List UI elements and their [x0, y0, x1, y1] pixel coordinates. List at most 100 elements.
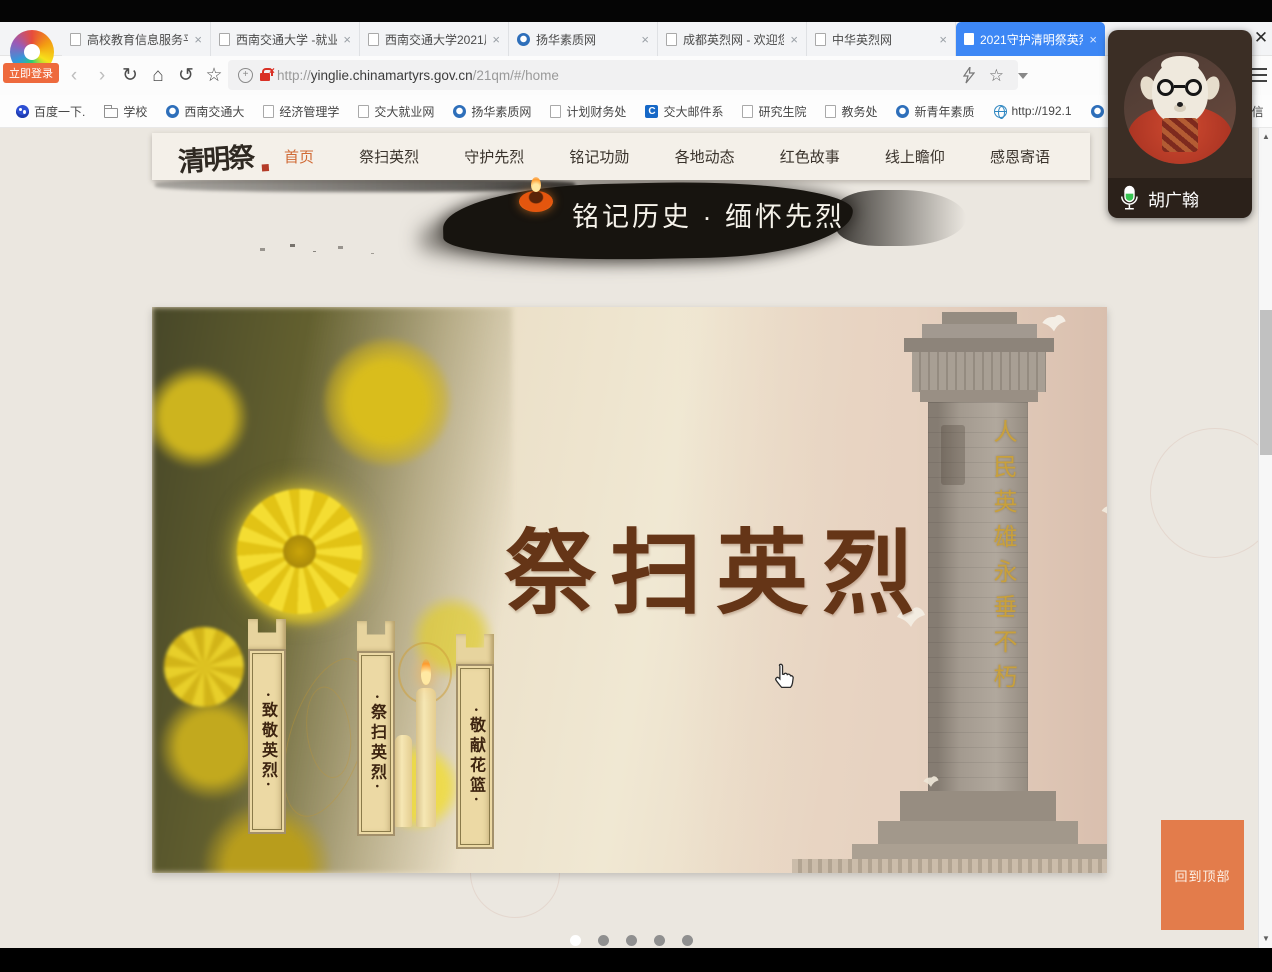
participant-name-bar: 胡广翰	[1108, 178, 1252, 218]
tab-close-icon[interactable]: ×	[343, 32, 351, 47]
scrollbar-thumb[interactable]	[1260, 310, 1272, 455]
tab-close-icon[interactable]: ×	[641, 32, 649, 47]
tab-close-icon[interactable]: ×	[790, 32, 798, 47]
carousel-dot[interactable]	[654, 935, 665, 946]
bookmark-label: 教务处	[841, 103, 877, 120]
swjtu-icon	[1091, 105, 1104, 118]
chevron-down-icon[interactable]	[1018, 73, 1028, 79]
paper-watermark	[1150, 428, 1258, 558]
browser-tab[interactable]: 2021守护清明祭英烈 ×	[956, 22, 1105, 56]
site-logo[interactable]: 清明祭	[177, 134, 275, 180]
bookmark-label: 交大就业网	[374, 103, 434, 120]
browser-toolbar: ‹ › ↻ ⌂ ↺ ☆ + http://yinglie.chinamartyr…	[0, 56, 1272, 95]
carousel-dot[interactable]	[682, 935, 693, 946]
home-button[interactable]: ⌂	[144, 65, 172, 87]
carousel-dot[interactable]	[570, 935, 581, 946]
bookmark-item[interactable]: 交大邮件系	[645, 103, 723, 120]
close-icon[interactable]: ✕	[1251, 28, 1271, 48]
scroll-up-arrow[interactable]: ▲	[1259, 130, 1272, 144]
tab-close-icon[interactable]: ×	[939, 32, 947, 47]
page-icon	[368, 33, 379, 46]
carousel-dot[interactable]	[598, 935, 609, 946]
tab-label: 扬华素质网	[536, 31, 635, 48]
candle-flame	[421, 659, 431, 685]
bookmark-item[interactable]: 研究生院	[742, 103, 806, 120]
favorite-star-icon[interactable]: ☆	[989, 66, 1004, 86]
tab-label: 中华英烈网	[832, 31, 933, 48]
page-icon	[666, 33, 677, 46]
participant-name: 胡广翰	[1148, 186, 1199, 211]
bookmark-item[interactable]: 百度一下.	[16, 103, 85, 120]
bookmark-label: 百度一下.	[34, 103, 85, 120]
reload-button[interactable]: ↻	[116, 64, 144, 87]
bookmark-item[interactable]: 新青年素质	[896, 103, 974, 120]
bookmark-item[interactable]: 教务处	[825, 103, 877, 120]
bookmark-label: 计划财务处	[566, 103, 626, 120]
site-nav-item[interactable]: 感恩寄语	[990, 146, 1050, 167]
page-icon	[263, 105, 274, 118]
shield-plus-icon[interactable]: +	[238, 68, 253, 83]
browser-tab[interactable]: 扬华素质网 ×	[509, 22, 658, 56]
tag-hanger	[248, 619, 286, 649]
forward-button[interactable]: ›	[88, 65, 116, 87]
site-nav-item[interactable]: 铭记功勋	[569, 146, 629, 167]
tab-label: 2021守护清明祭英烈	[980, 31, 1083, 48]
undo-button[interactable]: ↺	[172, 64, 200, 87]
tab-close-icon[interactable]: ×	[492, 32, 500, 47]
hero-tag[interactable]: ·致敬英烈·	[248, 619, 286, 834]
back-button[interactable]: ‹	[60, 65, 88, 87]
url-text: http://yinglie.chinamartyrs.gov.cn/21qm/…	[277, 68, 559, 83]
tag-label: ·敬献花篮·	[463, 707, 487, 806]
site-nav-item[interactable]: 线上瞻仰	[885, 146, 945, 167]
screen: 立即登录 高校教育信息服务平台×西南交通大学 -就业网×西南交通大学2021届春…	[0, 0, 1272, 972]
flash-icon[interactable]	[963, 67, 975, 84]
site-nav-item[interactable]: 首页	[284, 146, 314, 167]
address-bar[interactable]: + http://yinglie.chinamartyrs.gov.cn/21q…	[228, 60, 1018, 90]
browser-tab[interactable]: 西南交通大学2021届春×	[360, 22, 509, 56]
bookmark-item[interactable]: 交大就业网	[358, 103, 434, 120]
menu-icon[interactable]	[1251, 68, 1267, 82]
scroll-down-arrow[interactable]: ▼	[1259, 932, 1272, 946]
browser-tab[interactable]: 高校教育信息服务平台 ×	[62, 22, 211, 56]
hero-tags: ·致敬英烈· ·祭扫英烈· ·敬献花篮·	[152, 307, 1107, 873]
bookmark-label: 新青年素质	[914, 103, 974, 120]
carousel-dot[interactable]	[626, 935, 637, 946]
page-icon	[219, 33, 230, 46]
tab-close-icon[interactable]: ×	[194, 32, 202, 47]
bookmark-star-button[interactable]: ☆	[200, 64, 228, 87]
browser-tab[interactable]: 中华英烈网 ×	[807, 22, 956, 56]
page-icon	[825, 105, 836, 118]
bookmark-item[interactable]: 计划财务处	[550, 103, 626, 120]
bookmark-item[interactable]: 西南交通大	[166, 103, 244, 120]
ink-stroke-tail	[836, 190, 966, 246]
hero-tag[interactable]: ·敬献花篮·	[456, 634, 494, 849]
carousel-dots	[570, 935, 693, 946]
back-to-top-button[interactable]: 回到顶部	[1161, 820, 1244, 930]
bookmark-label: 西南交通大	[184, 103, 244, 120]
hero-tag[interactable]: ·祭扫英烈·	[357, 621, 395, 836]
site-nav-item[interactable]: 各地动态	[675, 146, 735, 167]
tab-label: 成都英烈网 - 欢迎您	[683, 31, 784, 48]
hero-banner[interactable]: 人民英雄永垂不朽 祭扫英烈 ·致敬英烈··祭扫英烈··敬献花篮·	[152, 307, 1107, 873]
tab-label: 高校教育信息服务平台	[87, 31, 188, 48]
page-icon	[742, 105, 753, 118]
site-navbar: 清明祭 首页 祭扫英烈 守护先烈 铭记功勋 各地动态 红色故事 线上瞻仰 感恩寄语	[152, 133, 1090, 180]
bookmark-item[interactable]: 扬华素质网	[453, 103, 531, 120]
bookmark-label: 经济管理学	[279, 103, 339, 120]
tab-label: 西南交通大学 -就业网	[236, 31, 337, 48]
tag-hanger	[456, 634, 494, 664]
browser-tab[interactable]: 西南交通大学 -就业网 ×	[211, 22, 360, 56]
bookmarks-bar: 百度一下. 学校 西南交通大 经济管理学 交大就业网 扬华素质网 计划财务处 交大邮件系 研究生…	[0, 95, 1272, 128]
bookmark-item[interactable]: 学校	[104, 103, 147, 120]
site-nav-item[interactable]: 祭扫英烈	[359, 146, 419, 167]
video-participant-overlay[interactable]: 胡广翰	[1108, 30, 1252, 218]
bookmark-item[interactable]: 经济管理学	[263, 103, 339, 120]
site-nav-item[interactable]: 守护先烈	[464, 146, 524, 167]
page-scrollbar[interactable]: ▲ ▼	[1258, 128, 1272, 948]
browser-tab[interactable]: 成都英烈网 - 欢迎您 ×	[658, 22, 807, 56]
bookmark-item[interactable]: http://192.1	[994, 104, 1072, 118]
swjtu-icon	[517, 33, 530, 46]
site-nav-item[interactable]: 红色故事	[780, 146, 840, 167]
tab-close-icon[interactable]: ×	[1089, 32, 1097, 47]
login-badge[interactable]: 立即登录	[3, 63, 59, 83]
